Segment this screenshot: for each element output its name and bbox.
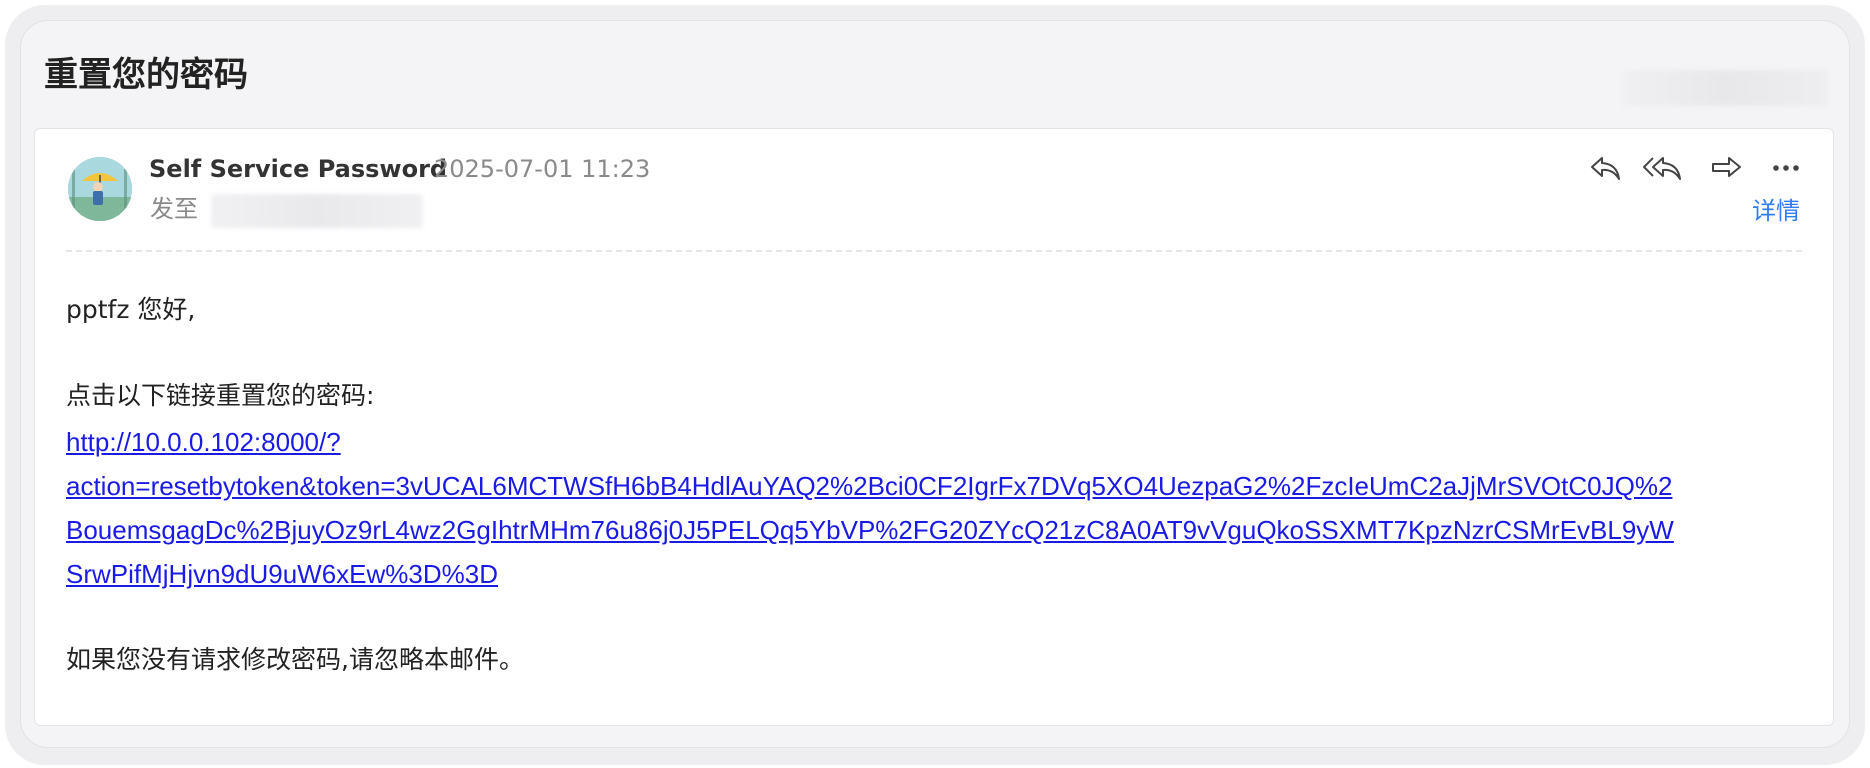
reset-link-line: BouemsgagDc%2BjuyOz9rL4wz2GgIhtrMHm76u86… [66,515,1674,545]
reply-button[interactable] [1586,150,1626,186]
forward-icon [1712,157,1741,177]
redacted-area [1622,70,1828,106]
reset-link-line: http://10.0.0.102:8000/? [66,427,341,457]
reset-link-line: action=resetbytoken&token=3vUCAL6MCTWSfH… [66,471,1673,501]
reply-all-icon [1643,157,1681,180]
header-divider [66,250,1802,252]
sender-avatar[interactable] [68,157,132,221]
more-button[interactable] [1766,150,1806,186]
details-link[interactable]: 详情 [1752,194,1800,228]
email-footer-note: 如果您没有请求修改密码,请忽略本邮件。 [66,645,524,674]
reply-all-button[interactable] [1640,150,1686,186]
email-instruction: 点击以下链接重置您的密码: [66,381,375,410]
recipient-redacted [211,194,423,228]
sent-time: 2025-07-01 11:23 [434,155,651,183]
sender-name[interactable]: Self Service Password [149,152,447,186]
recipient-label: 发至 [150,195,198,223]
forward-button[interactable] [1706,150,1746,186]
avatar-illustration-icon [68,157,132,221]
reset-link-line: SrwPifMjHjvn9dU9uW6xEw%3D%3D [66,559,499,589]
reset-password-link[interactable]: http://10.0.0.102:8000/? action=resetbyt… [66,420,1806,596]
reply-icon [1591,157,1620,180]
more-icon [1773,165,1799,171]
email-greeting: pptfz 您好, [66,295,196,324]
email-subject: 重置您的密码 [44,55,248,95]
